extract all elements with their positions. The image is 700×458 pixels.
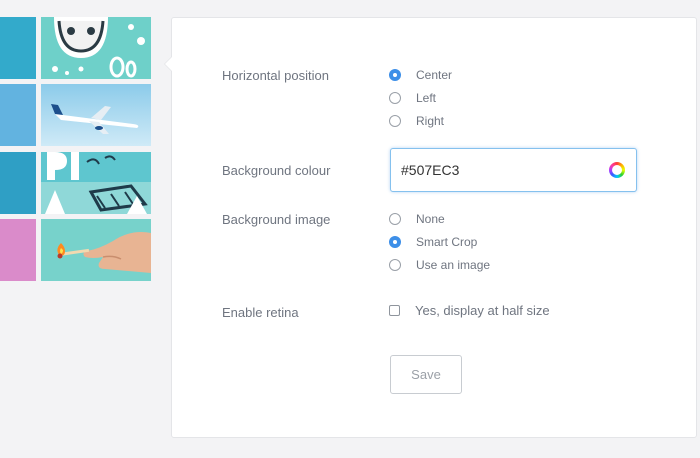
thumbnail-strip-4[interactable] — [0, 219, 36, 281]
panel-pointer — [164, 56, 172, 72]
hand-match-image — [41, 219, 151, 281]
radio-label: Smart Crop — [416, 235, 478, 249]
play-sign-image — [41, 152, 151, 214]
radio-horizontal-left[interactable]: Left — [389, 91, 436, 105]
settings-panel: Horizontal position Center Left Right Ba… — [164, 17, 697, 438]
thumbnail-strip-3[interactable] — [0, 152, 36, 214]
radio-label: Right — [416, 114, 445, 128]
radio-label: Use an image — [416, 258, 491, 272]
horizontal-position-label: Horizontal position — [222, 68, 329, 83]
radio-button[interactable] — [389, 259, 401, 271]
thumbnail-strip-2[interactable] — [0, 84, 36, 146]
radio-horizontal-right[interactable]: Right — [389, 114, 444, 128]
enable-retina-label: Enable retina — [222, 305, 299, 320]
thumbnail-play-sign[interactable] — [41, 152, 151, 214]
radio-button-checked[interactable] — [389, 236, 401, 248]
thumbnail-hand-match[interactable] — [41, 219, 151, 281]
airplane-image — [41, 84, 151, 146]
retina-checkbox[interactable] — [389, 305, 400, 316]
thumbnail-strip-1[interactable] — [0, 17, 36, 79]
radio-image-use-image[interactable]: Use an image — [389, 258, 490, 272]
radio-image-none[interactable]: None — [389, 212, 445, 226]
color-wheel-icon[interactable] — [609, 162, 625, 178]
background-colour-label: Background colour — [222, 163, 331, 178]
background-image-label: Background image — [222, 212, 331, 227]
thumbnail-airplane[interactable] — [41, 84, 151, 146]
radio-label: Left — [416, 91, 437, 105]
save-button[interactable]: Save — [390, 355, 462, 394]
retina-checkbox-row[interactable]: Yes, display at half size — [389, 303, 550, 318]
background-colour-input[interactable] — [401, 149, 601, 191]
radio-label: None — [416, 212, 445, 226]
thumbnail-doodle-face[interactable] — [41, 17, 151, 79]
doodle-face-image — [41, 17, 151, 79]
radio-button-checked[interactable] — [389, 69, 401, 81]
background-colour-field[interactable] — [390, 148, 637, 192]
radio-horizontal-center[interactable]: Center — [389, 68, 452, 82]
retina-checkbox-label: Yes, display at half size — [415, 303, 550, 318]
radio-button[interactable] — [389, 213, 401, 225]
radio-image-smart-crop[interactable]: Smart Crop — [389, 235, 477, 249]
radio-label: Center — [416, 68, 453, 82]
radio-button[interactable] — [389, 92, 401, 104]
radio-button[interactable] — [389, 115, 401, 127]
